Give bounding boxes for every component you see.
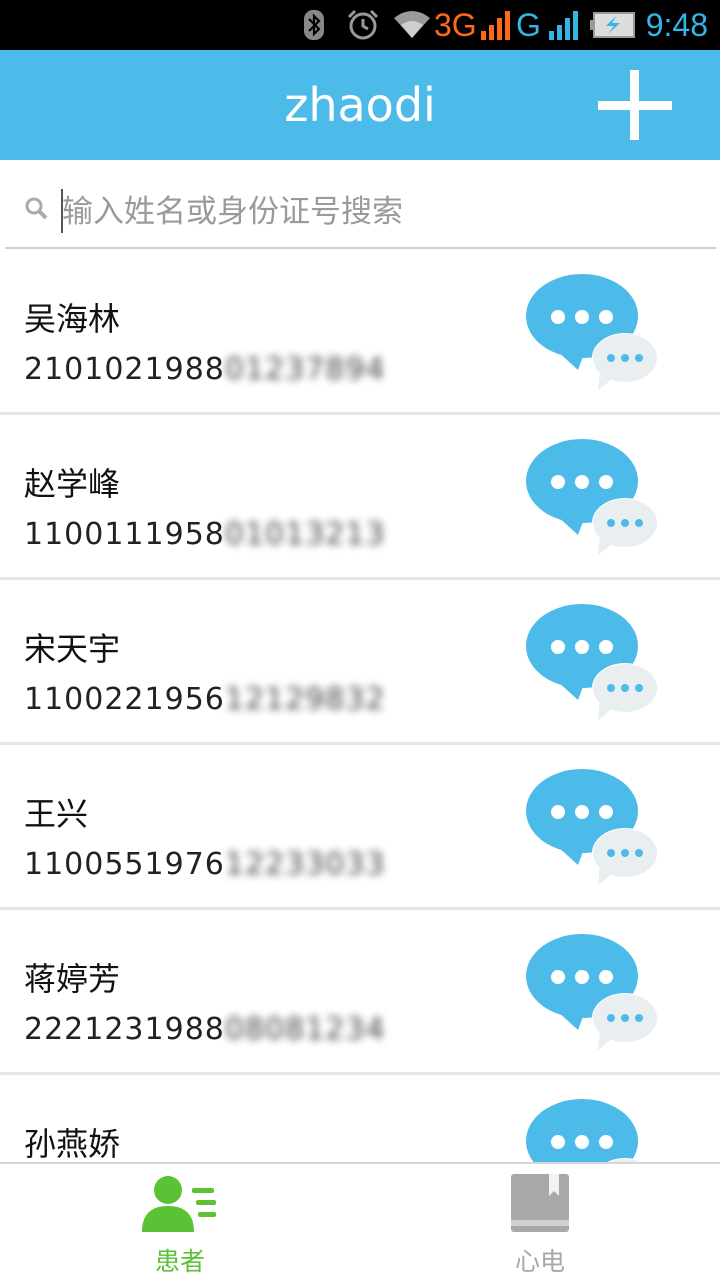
search-underline xyxy=(5,247,716,249)
bottom-nav: 患者 心电 xyxy=(0,1162,720,1280)
patient-row[interactable]: 孙燕娇 xyxy=(0,1075,720,1162)
patient-id-number: 210102198801237894 xyxy=(24,352,386,387)
search-icon xyxy=(24,196,50,226)
network-3g-label: 3G xyxy=(434,6,477,43)
patient-id-number: 110055197612233033 xyxy=(24,847,386,882)
plus-icon xyxy=(598,70,672,140)
title-bar: zhaodi xyxy=(0,50,720,160)
battery-icon xyxy=(590,0,636,50)
tab-patients-label: 患者 xyxy=(154,1247,205,1276)
signal-3g-icon xyxy=(480,0,512,50)
patient-list[interactable]: 吴海林 210102198801237894 赵学峰 1100111958010132… xyxy=(0,250,720,1162)
patient-name: 蒋婷芳 xyxy=(24,960,121,998)
search-input[interactable] xyxy=(62,186,702,238)
book-icon xyxy=(511,1174,569,1232)
status-bar: 3G G 9:48 xyxy=(0,0,720,50)
id-visible-part: 2221231988 xyxy=(24,1012,225,1047)
add-patient-button[interactable] xyxy=(592,64,678,146)
id-tail-part: 34 xyxy=(345,1012,386,1047)
patient-id-number: 110011195801013213 xyxy=(24,517,386,552)
id-visible-part: 1100111958 xyxy=(24,517,225,552)
patient-name: 赵学峰 xyxy=(24,465,121,503)
patient-name: 孙燕娇 xyxy=(24,1125,121,1162)
patient-id-number: 110022195612129832 xyxy=(24,682,386,717)
patient-name: 宋天宇 xyxy=(24,630,121,668)
id-tail-part: 94 xyxy=(345,352,386,387)
signal-g-icon xyxy=(548,0,580,50)
patient-row[interactable]: 王兴 110055197612233033 xyxy=(0,745,720,907)
chat-bubble-icon[interactable] xyxy=(526,767,660,895)
id-tail-part: 33 xyxy=(345,847,386,882)
chat-bubble-icon[interactable] xyxy=(526,1097,660,1162)
text-cursor xyxy=(61,189,63,233)
id-blurred-part: 121298 xyxy=(224,682,346,717)
id-blurred-part: 012378 xyxy=(224,352,346,387)
patient-row[interactable]: 蒋婷芳 222123198808081234 xyxy=(0,910,720,1072)
bluetooth-icon xyxy=(302,0,326,50)
chat-bubble-icon[interactable] xyxy=(526,932,660,1060)
patient-row[interactable]: 赵学峰 110011195801013213 xyxy=(0,415,720,577)
alarm-icon xyxy=(346,0,380,50)
chat-bubble-icon[interactable] xyxy=(526,437,660,565)
patient-name: 王兴 xyxy=(24,795,89,833)
status-time: 9:48 xyxy=(645,7,708,43)
patient-name: 吴海林 xyxy=(24,300,121,338)
patient-icon xyxy=(142,1176,216,1232)
tab-patients[interactable]: 患者 xyxy=(0,1164,360,1280)
id-visible-part: 2101021988 xyxy=(24,352,225,387)
wifi-icon xyxy=(392,0,432,50)
patient-row[interactable]: 吴海林 210102198801237894 xyxy=(0,250,720,412)
id-blurred-part: 080812 xyxy=(224,1012,346,1047)
id-blurred-part: 010132 xyxy=(224,517,346,552)
network-g-label: G xyxy=(516,6,541,43)
tab-ecg-label: 心电 xyxy=(514,1247,565,1276)
id-tail-part: 32 xyxy=(345,682,386,717)
id-tail-part: 13 xyxy=(345,517,386,552)
id-visible-part: 1100551976 xyxy=(24,847,225,882)
id-visible-part: 1100221956 xyxy=(24,682,225,717)
patient-id-number: 222123198808081234 xyxy=(24,1012,386,1047)
chat-bubble-icon[interactable] xyxy=(526,602,660,730)
tab-ecg[interactable]: 心电 xyxy=(360,1164,720,1280)
chat-bubble-icon[interactable] xyxy=(526,272,660,400)
id-blurred-part: 122330 xyxy=(224,847,346,882)
patient-row[interactable]: 宋天宇 110022195612129832 xyxy=(0,580,720,742)
